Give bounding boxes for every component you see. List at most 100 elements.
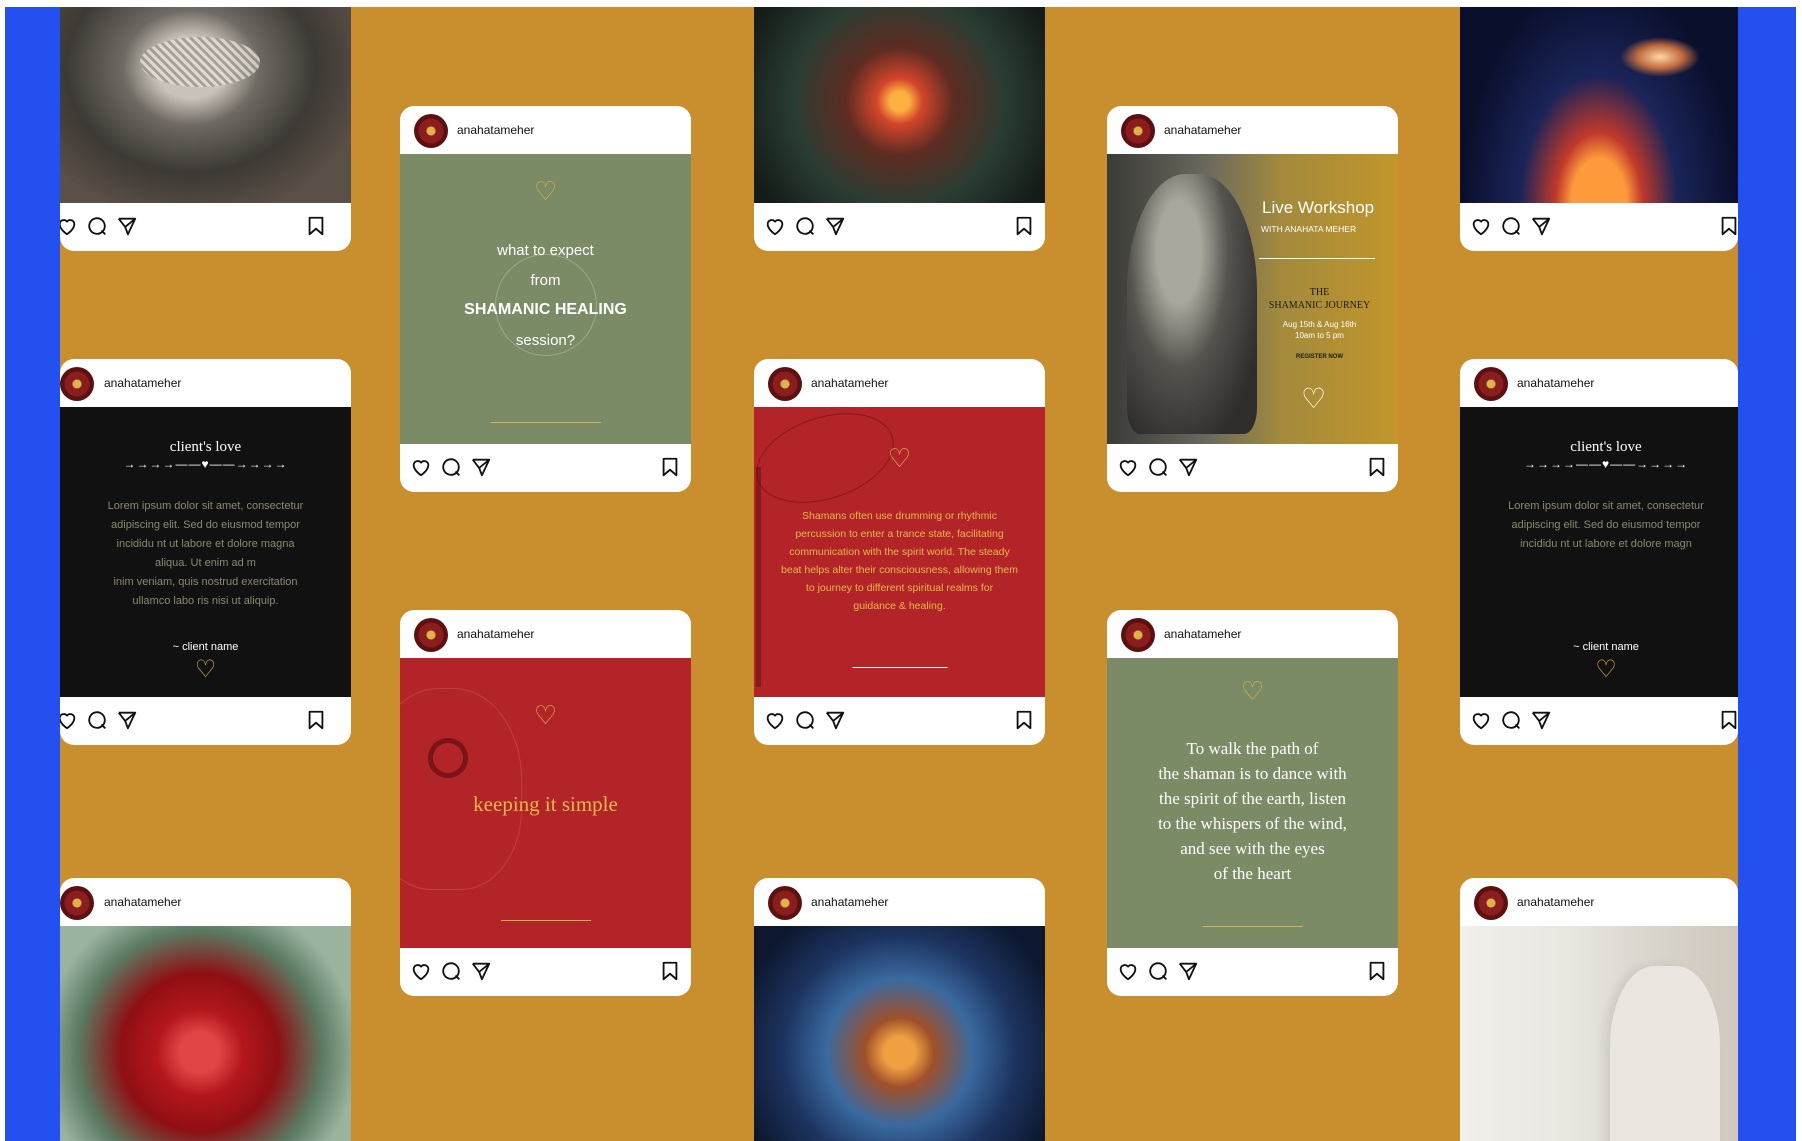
heart-icon[interactable]	[410, 960, 432, 982]
heart-icon[interactable]	[1117, 960, 1139, 982]
post-meditation[interactable]: anahatameher	[1460, 878, 1738, 1141]
heart-icon[interactable]	[1470, 215, 1492, 237]
share-icon[interactable]	[824, 709, 846, 731]
post-galaxy[interactable]	[1460, 7, 1738, 251]
client-love-title: client's love	[169, 439, 242, 455]
comment-icon[interactable]	[86, 709, 108, 731]
username[interactable]: anahatameher	[811, 895, 888, 909]
comment-icon[interactable]	[440, 960, 462, 982]
heart-icon[interactable]	[60, 215, 78, 237]
meditation-image	[1460, 926, 1738, 1141]
bookmark-icon[interactable]	[1013, 709, 1035, 731]
owl-eye	[428, 738, 468, 778]
avatar[interactable]	[60, 886, 94, 920]
bookmark-icon[interactable]	[1718, 215, 1738, 237]
comment-icon[interactable]	[1500, 215, 1522, 237]
rose-image	[60, 926, 351, 1141]
post-rose[interactable]: anahatameher	[60, 878, 351, 1141]
post-workshop[interactable]: anahatameher Live Workshop WITH ANAHATA …	[1107, 106, 1398, 492]
comment-icon[interactable]	[794, 709, 816, 731]
post-keeping-it-simple[interactable]: anahatameher ♡ keeping it simple	[400, 610, 691, 996]
comment-icon[interactable]	[86, 215, 108, 237]
username[interactable]: anahatameher	[104, 376, 181, 390]
bookmark-icon[interactable]	[1013, 215, 1035, 237]
post-header: anahatameher	[754, 359, 1045, 407]
share-icon[interactable]	[1177, 960, 1199, 982]
post-header: anahatameher	[1107, 610, 1398, 658]
bookmark-icon[interactable]	[1366, 960, 1388, 982]
username[interactable]: anahatameher	[1164, 627, 1241, 641]
heart-icon[interactable]	[60, 709, 78, 731]
username[interactable]: anahatameher	[1517, 895, 1594, 909]
bookmark-icon[interactable]	[659, 456, 681, 478]
bookmark-icon[interactable]	[305, 215, 327, 237]
comment-icon[interactable]	[1500, 709, 1522, 731]
comment-icon[interactable]	[1147, 456, 1169, 478]
avatar[interactable]	[414, 114, 448, 148]
share-icon[interactable]	[1530, 215, 1552, 237]
divider	[500, 920, 591, 921]
share-icon[interactable]	[824, 215, 846, 237]
post-drum[interactable]: anahatameher	[754, 878, 1045, 1141]
comment-icon[interactable]	[440, 456, 462, 478]
username[interactable]: anahatameher	[1517, 376, 1594, 390]
heart-icon[interactable]	[764, 215, 786, 237]
divider-flourish: →→→→——♥——→→→→	[1523, 457, 1689, 471]
frame-right	[1738, 7, 1796, 1141]
avatar[interactable]	[768, 886, 802, 920]
workshop-card: Live Workshop WITH ANAHATA MEHER THE SHA…	[1107, 154, 1398, 444]
share-icon[interactable]	[1530, 709, 1552, 731]
share-icon[interactable]	[116, 709, 138, 731]
heart-icon[interactable]	[410, 456, 432, 478]
woman-photo	[1127, 174, 1257, 434]
drumming-card: ♡ Shamans often use drumming or rhythmic…	[754, 407, 1045, 697]
avatar[interactable]	[414, 618, 448, 652]
workshop-event-2: SHAMANIC JOURNEY	[1268, 300, 1371, 311]
heart-icon[interactable]	[764, 709, 786, 731]
post-singing-bowl[interactable]	[60, 7, 351, 251]
avatar[interactable]	[1121, 114, 1155, 148]
workshop-divider	[1259, 258, 1375, 259]
username[interactable]: anahatameher	[1164, 123, 1241, 137]
post-quote[interactable]: anahatameher ♡ To walk the path of the s…	[1107, 610, 1398, 996]
avatar[interactable]	[1474, 367, 1508, 401]
post-drumming[interactable]: anahatameher ♡ Shamans often use drummin…	[754, 359, 1045, 745]
avatar[interactable]	[1474, 886, 1508, 920]
avatar[interactable]	[1121, 618, 1155, 652]
quote-card: ♡ To walk the path of the shaman is to d…	[1107, 658, 1398, 948]
bookmark-icon[interactable]	[305, 709, 327, 731]
share-icon[interactable]	[470, 456, 492, 478]
frame-left	[5, 7, 61, 1141]
bookmark-icon[interactable]	[1718, 709, 1738, 731]
username[interactable]: anahatameher	[457, 627, 534, 641]
heart-icon[interactable]	[1117, 456, 1139, 478]
client-signature: ~ client name	[1573, 641, 1639, 653]
comment-icon[interactable]	[1147, 960, 1169, 982]
share-icon[interactable]	[470, 960, 492, 982]
workshop-cta[interactable]: REGISTER NOW	[1257, 354, 1382, 360]
avatar[interactable]	[768, 367, 802, 401]
healing-line-1: what to expect	[497, 242, 594, 259]
username[interactable]: anahatameher	[811, 376, 888, 390]
bookmark-icon[interactable]	[659, 960, 681, 982]
post-actions	[60, 697, 351, 745]
heart-icon[interactable]	[1470, 709, 1492, 731]
post-header: anahatameher	[60, 359, 351, 407]
post-shaman-figure[interactable]	[754, 7, 1045, 251]
username[interactable]: anahatameher	[104, 895, 181, 909]
client-love-card: client's love →→→→——♥——→→→→ Lorem ipsum …	[60, 407, 351, 697]
singing-bowl-image	[60, 7, 351, 203]
mood-board: anahatameher client's love →→→→——♥——→→→→…	[60, 7, 1738, 1141]
post-client-love-1[interactable]: anahatameher client's love →→→→——♥——→→→→…	[60, 359, 351, 745]
post-shamanic-healing[interactable]: anahatameher ♡ what to expect from SHAMA…	[400, 106, 691, 492]
share-icon[interactable]	[116, 215, 138, 237]
client-love-card: client's love →→→→——♥——→→→→ Lorem ipsum …	[1460, 407, 1738, 697]
post-actions	[1107, 948, 1398, 996]
bookmark-icon[interactable]	[1366, 456, 1388, 478]
username[interactable]: anahatameher	[457, 123, 534, 137]
share-icon[interactable]	[1177, 456, 1199, 478]
comment-icon[interactable]	[794, 215, 816, 237]
healing-line-3: SHAMANIC HEALING	[464, 301, 627, 318]
avatar[interactable]	[60, 367, 94, 401]
post-client-love-2[interactable]: anahatameher client's love →→→→——♥——→→→→…	[1460, 359, 1738, 745]
